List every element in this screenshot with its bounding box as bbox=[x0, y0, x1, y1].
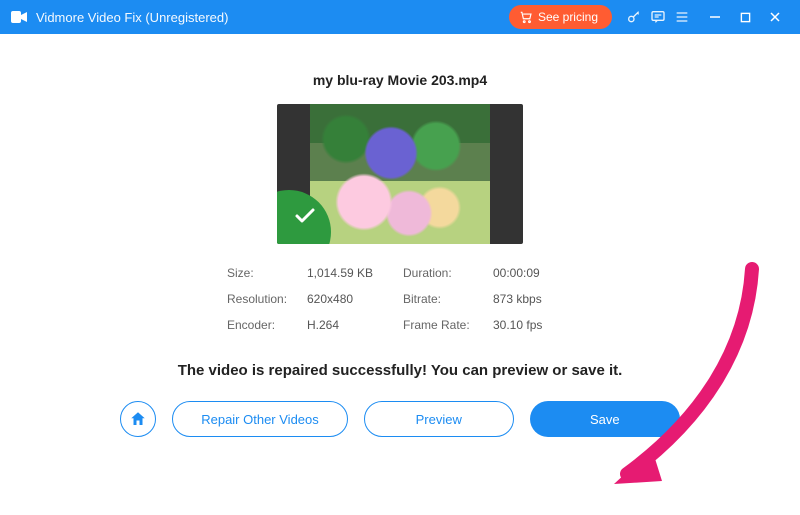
duration-value: 00:00:09 bbox=[493, 266, 573, 280]
preview-button[interactable]: Preview bbox=[364, 401, 514, 437]
repair-other-label: Repair Other Videos bbox=[201, 412, 319, 427]
video-thumbnail bbox=[277, 104, 523, 244]
repair-other-button[interactable]: Repair Other Videos bbox=[172, 401, 348, 437]
app-logo-icon bbox=[10, 8, 28, 26]
button-row: Repair Other Videos Preview Save bbox=[120, 401, 680, 437]
size-value: 1,014.59 KB bbox=[307, 266, 403, 280]
main-content: my blu-ray Movie 203.mp4 Size: 1,014.59 … bbox=[0, 34, 800, 515]
thumbnail-image bbox=[310, 104, 490, 244]
encoder-value: H.264 bbox=[307, 318, 403, 332]
see-pricing-label: See pricing bbox=[538, 10, 598, 24]
minimize-button[interactable] bbox=[700, 0, 730, 34]
feedback-icon[interactable] bbox=[646, 0, 670, 34]
close-button[interactable] bbox=[760, 0, 790, 34]
status-message: The video is repaired successfully! You … bbox=[178, 362, 623, 379]
save-button[interactable]: Save bbox=[530, 401, 680, 437]
see-pricing-button[interactable]: See pricing bbox=[509, 5, 612, 29]
app-title: Vidmore Video Fix (Unregistered) bbox=[36, 10, 228, 25]
size-label: Size: bbox=[227, 266, 307, 280]
key-icon[interactable] bbox=[622, 0, 646, 34]
bitrate-label: Bitrate: bbox=[403, 292, 493, 306]
maximize-button[interactable] bbox=[730, 0, 760, 34]
bitrate-value: 873 kbps bbox=[493, 292, 573, 306]
home-icon bbox=[129, 410, 147, 428]
file-name: my blu-ray Movie 203.mp4 bbox=[313, 72, 487, 88]
titlebar: Vidmore Video Fix (Unregistered) See pri… bbox=[0, 0, 800, 34]
annotation-arrow bbox=[592, 259, 772, 499]
home-button[interactable] bbox=[120, 401, 156, 437]
framerate-value: 30.10 fps bbox=[493, 318, 573, 332]
check-icon bbox=[293, 204, 317, 228]
resolution-label: Resolution: bbox=[227, 292, 307, 306]
preview-label: Preview bbox=[416, 412, 462, 427]
resolution-value: 620x480 bbox=[307, 292, 403, 306]
encoder-label: Encoder: bbox=[227, 318, 307, 332]
duration-label: Duration: bbox=[403, 266, 493, 280]
cart-icon bbox=[519, 10, 533, 24]
metadata-grid: Size: 1,014.59 KB Duration: 00:00:09 Res… bbox=[227, 266, 573, 332]
menu-icon[interactable] bbox=[670, 0, 694, 34]
save-label: Save bbox=[590, 412, 620, 427]
framerate-label: Frame Rate: bbox=[403, 318, 493, 332]
